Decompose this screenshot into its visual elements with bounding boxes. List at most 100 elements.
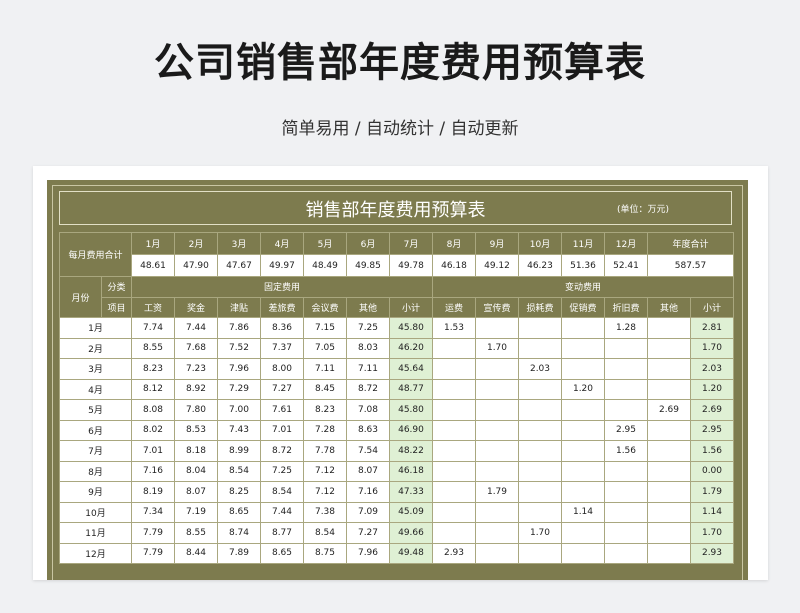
table-row: 9月 8.19 8.07 8.25 8.54 7.12 7.16 47.33 1.79 1.79 bbox=[59, 481, 734, 503]
variable-cost-cell bbox=[604, 337, 648, 359]
fixed-cost-cell: 8.75 bbox=[303, 542, 347, 564]
monthly-total-label: 每月费用合计 bbox=[59, 232, 132, 277]
variable-cost-cell bbox=[604, 522, 648, 544]
table-row: 12月 7.79 8.44 7.89 8.65 8.75 7.96 49.48 2.93 2.93 bbox=[59, 542, 734, 564]
variable-cost-cell bbox=[432, 481, 476, 503]
variable-cost-cell bbox=[647, 501, 691, 523]
variable-cost-cell bbox=[604, 501, 648, 523]
fixed-cost-cell: 7.29 bbox=[217, 378, 261, 400]
fixed-cost-cell: 8.12 bbox=[131, 378, 175, 400]
fixed-subtotal: 45.09 bbox=[389, 501, 433, 523]
fixed-cost-cell: 8.07 bbox=[346, 460, 390, 482]
variable-cost-cell bbox=[561, 481, 605, 503]
variable-cost-cell: 1.79 bbox=[475, 481, 519, 503]
fixed-cost-cell: 8.77 bbox=[260, 522, 304, 544]
variable-cost-cell: 2.69 bbox=[647, 399, 691, 421]
variable-cost-cell bbox=[518, 440, 562, 462]
variable-cost-cell: 1.56 bbox=[604, 440, 648, 462]
fixed-subtotal: 48.22 bbox=[389, 440, 433, 462]
variable-subtotal: 2.69 bbox=[690, 399, 734, 421]
monthly-total-value: 49.85 bbox=[346, 254, 390, 277]
fixed-cost-cell: 8.63 bbox=[346, 419, 390, 441]
monthly-total-value: 46.18 bbox=[432, 254, 476, 277]
variable-cost-cell bbox=[518, 419, 562, 441]
variable-cost-cell: 1.70 bbox=[518, 522, 562, 544]
page-subtitle: 简单易用 / 自动统计 / 自动更新 bbox=[281, 119, 519, 139]
variable-cost-cell bbox=[518, 501, 562, 523]
fixed-cost-cell: 7.96 bbox=[346, 542, 390, 564]
variable-cost-cell bbox=[475, 399, 519, 421]
variable-cost-cell bbox=[475, 542, 519, 564]
row-month: 12月 bbox=[59, 542, 132, 564]
variable-cost-cell bbox=[647, 317, 691, 339]
variable-cost-cell bbox=[475, 460, 519, 482]
variable-cost-cell bbox=[647, 378, 691, 400]
fixed-cost-group: 固定费用 bbox=[131, 276, 433, 298]
table-row: 11月 7.79 8.55 8.74 8.77 8.54 7.27 49.66 1.70 1.70 bbox=[59, 522, 734, 544]
fixed-subtotal: 45.64 bbox=[389, 358, 433, 380]
variable-cost-cell: 1.14 bbox=[561, 501, 605, 523]
fixed-cost-cell: 8.92 bbox=[174, 378, 218, 400]
fixed-cost-cell: 7.96 bbox=[217, 358, 261, 380]
fixed-cost-cell: 7.12 bbox=[303, 460, 347, 482]
variable-cost-cell: 1.53 bbox=[432, 317, 476, 339]
monthly-total-value: 47.90 bbox=[174, 254, 218, 277]
variable-cost-cell bbox=[432, 358, 476, 380]
fixed-cost-cell: 8.19 bbox=[131, 481, 175, 503]
fixed-cost-cell: 7.16 bbox=[131, 460, 175, 482]
month-header: 5月 bbox=[303, 232, 347, 255]
annual-total-label: 年度合计 bbox=[647, 232, 734, 255]
month-header: 3月 bbox=[217, 232, 261, 255]
month-header: 1月 bbox=[131, 232, 175, 255]
month-header: 2月 bbox=[174, 232, 218, 255]
variable-cost-cell bbox=[475, 378, 519, 400]
row-month: 2月 bbox=[59, 337, 132, 359]
fixed-cost-cell: 8.72 bbox=[260, 440, 304, 462]
fixed-cost-cell: 8.65 bbox=[217, 501, 261, 523]
variable-cost-cell bbox=[518, 542, 562, 564]
month-header: 10月 bbox=[518, 232, 562, 255]
fixed-cost-cell: 7.12 bbox=[303, 481, 347, 503]
fixed-cost-cell: 7.79 bbox=[131, 542, 175, 564]
table-row: 7月 7.01 8.18 8.99 8.72 7.78 7.54 48.22 1.56 1.56 bbox=[59, 440, 734, 462]
variable-cost-cell: 2.93 bbox=[432, 542, 476, 564]
fixed-cost-cell: 7.61 bbox=[260, 399, 304, 421]
variable-cost-cell bbox=[604, 378, 648, 400]
variable-cost-cell bbox=[518, 317, 562, 339]
unit-note: (单位：万元) bbox=[616, 205, 669, 215]
variable-subtotal: 2.95 bbox=[690, 419, 734, 441]
fixed-cost-cell: 8.25 bbox=[217, 481, 261, 503]
fixed-cost-cell: 8.18 bbox=[174, 440, 218, 462]
variable-cost-cell bbox=[518, 337, 562, 359]
variable-cost-cell bbox=[604, 542, 648, 564]
fixed-cost-cell: 7.25 bbox=[346, 317, 390, 339]
variable-cost-cell bbox=[432, 378, 476, 400]
month-label: 月份 bbox=[59, 276, 102, 318]
fixed-subtotal: 49.48 bbox=[389, 542, 433, 564]
fixed-cost-cell: 8.00 bbox=[260, 358, 304, 380]
variable-cost-cell bbox=[432, 419, 476, 441]
fixed-cost-cell: 7.74 bbox=[131, 317, 175, 339]
spreadsheet-preview: 销售部年度费用预算表 (单位：万元) 每月费用合计 1月 2月 3月 4月 5月 6月 7月 8… bbox=[33, 166, 768, 580]
variable-cost-cell bbox=[647, 440, 691, 462]
sheet-frame: 销售部年度费用预算表 (单位：万元) 每月费用合计 1月 2月 3月 4月 5月 6月 7月 8… bbox=[47, 180, 748, 580]
month-header: 7月 bbox=[389, 232, 433, 255]
fixed-subtotal: 46.20 bbox=[389, 337, 433, 359]
fixed-cost-cell: 7.78 bbox=[303, 440, 347, 462]
fixed-cost-cell: 7.11 bbox=[346, 358, 390, 380]
fixed-cost-cell: 8.54 bbox=[260, 481, 304, 503]
fixed-cost-cell: 7.16 bbox=[346, 481, 390, 503]
fixed-cost-cell: 7.68 bbox=[174, 337, 218, 359]
variable-subtotal: 2.03 bbox=[690, 358, 734, 380]
variable-cost-cell bbox=[647, 542, 691, 564]
variable-item-header: 宣传费 bbox=[475, 296, 519, 318]
table-row: 1月 7.74 7.44 7.86 8.36 7.15 7.25 45.80 1.53 1.28 2… bbox=[59, 317, 734, 339]
monthly-total-value: 52.41 bbox=[604, 254, 648, 277]
fixed-cost-cell: 8.23 bbox=[303, 399, 347, 421]
variable-item-header: 其他 bbox=[647, 296, 691, 318]
variable-item-header: 小计 bbox=[690, 296, 734, 318]
variable-subtotal: 1.14 bbox=[690, 501, 734, 523]
fixed-cost-cell: 8.65 bbox=[260, 542, 304, 564]
fixed-cost-cell: 7.23 bbox=[174, 358, 218, 380]
variable-cost-cell bbox=[432, 337, 476, 359]
